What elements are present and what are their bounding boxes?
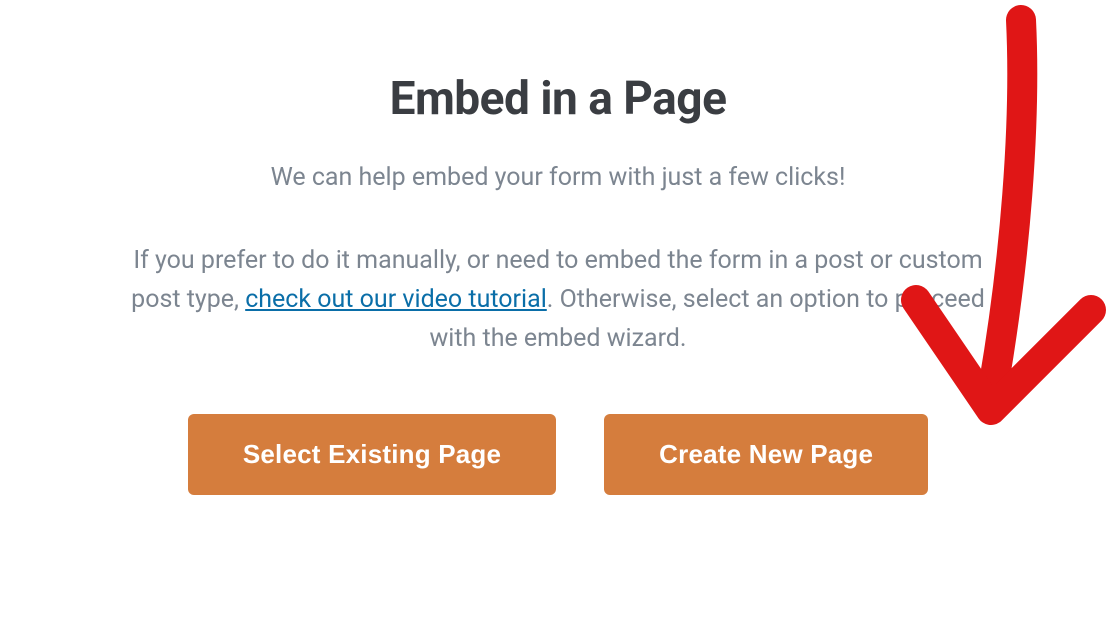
create-new-page-button[interactable]: Create New Page <box>604 414 928 495</box>
button-row: Select Existing Page Create New Page <box>0 414 1116 495</box>
modal-description: If you prefer to do it manually, or need… <box>108 242 1008 358</box>
video-tutorial-link[interactable]: check out our video tutorial <box>245 285 547 314</box>
embed-modal: Embed in a Page We can help embed your f… <box>0 0 1116 495</box>
modal-subtitle: We can help embed your form with just a … <box>0 160 1116 196</box>
modal-title: Embed in a Page <box>0 72 1116 126</box>
select-existing-page-button[interactable]: Select Existing Page <box>188 414 556 495</box>
